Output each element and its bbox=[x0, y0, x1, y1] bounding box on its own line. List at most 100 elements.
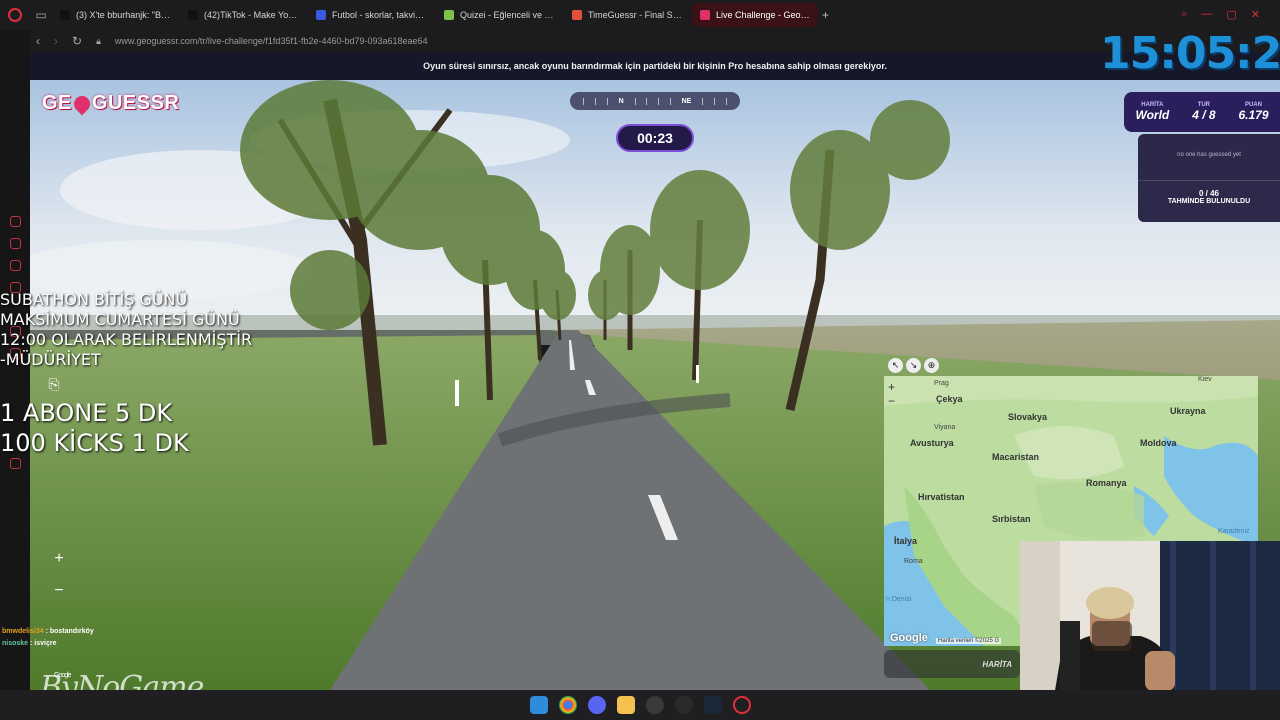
subathon-notice: SUBATHON BİTİŞ GÜNÜ MAKSİMUM CUMARTESİ G… bbox=[0, 290, 252, 370]
chat-username: bmwdelisi34 bbox=[2, 628, 44, 635]
chrome-icon[interactable] bbox=[559, 696, 577, 714]
map-zoom-controls[interactable]: + − bbox=[888, 380, 895, 408]
logo-text-left: GE bbox=[42, 92, 72, 114]
sidebar-twitch-icon[interactable] bbox=[10, 260, 21, 271]
pin-app-icon[interactable] bbox=[675, 696, 693, 714]
map-toolbar: ↖ ↘ ⊕ bbox=[888, 358, 939, 373]
back-icon[interactable]: ‹ bbox=[36, 34, 40, 48]
share-icon[interactable]: ⎘ bbox=[42, 376, 66, 396]
map-guess-button[interactable]: HARİTA bbox=[884, 650, 1020, 678]
x-icon bbox=[60, 10, 70, 20]
score-value: 6.179 bbox=[1238, 108, 1269, 122]
map-value: World bbox=[1135, 108, 1170, 122]
map-label: İtalya bbox=[894, 536, 918, 546]
subathon-rates: 1 ABONE 5 DK 100 KİCKS 1 DK bbox=[0, 398, 189, 458]
chat-message: bmwdelisi34 : bostandırköy bbox=[2, 626, 94, 638]
minimize-icon[interactable]: — bbox=[1201, 8, 1212, 21]
rate-line: 100 KİCKS 1 DK bbox=[0, 429, 189, 457]
map-label: Roma bbox=[904, 558, 923, 565]
subathon-line: MAKSİMUM CUMARTESİ GÜNÜ bbox=[0, 310, 240, 329]
subathon-line: 12:00 OLARAK BELİRLENMİŞTİR bbox=[0, 330, 253, 349]
map-label: Slovakya bbox=[1008, 412, 1048, 422]
map-label: Sırbistan bbox=[992, 514, 1031, 524]
map-label: n Denizi bbox=[886, 596, 912, 603]
location-pin-icon bbox=[70, 92, 94, 115]
steam-icon[interactable] bbox=[704, 696, 722, 714]
obs-icon[interactable] bbox=[646, 696, 664, 714]
maximize-icon[interactable]: ▢ bbox=[1226, 8, 1236, 21]
map-label: Macaristan bbox=[992, 452, 1040, 462]
map-label: Prag bbox=[934, 380, 949, 387]
tab-title: Futbol - skorlar, takvim & bbox=[332, 10, 426, 20]
compass: N NE bbox=[570, 92, 740, 110]
forward-icon[interactable]: › bbox=[54, 34, 58, 48]
rate-line: 1 ABONE 5 DK bbox=[0, 399, 173, 427]
game-status-hud: HARİTA World TUR 4 / 8 PUAN 6.179 bbox=[1124, 92, 1280, 132]
url-field[interactable]: www.geoguessr.com/tr/live-challenge/f1fd… bbox=[115, 36, 428, 46]
map-label: Romanya bbox=[1086, 478, 1127, 488]
map-label: Moldova bbox=[1140, 438, 1177, 448]
tab-menu-icon[interactable]: ▭ bbox=[30, 0, 52, 30]
map-label: Ukrayna bbox=[1170, 406, 1206, 416]
stream-chat: bmwdelisi34 : bostandırköy nisoske : isv… bbox=[2, 626, 94, 650]
map-label: Çekya bbox=[936, 394, 963, 404]
subathon-line: SUBATHON BİTİŞ GÜNÜ bbox=[0, 290, 188, 309]
geoguessr-logo[interactable]: GE GUESSR bbox=[42, 92, 179, 115]
close-icon[interactable]: ✕ bbox=[1251, 8, 1260, 21]
stream-clock: 15:05:23 bbox=[1100, 28, 1280, 79]
guess-count: 0 / 46 bbox=[1198, 189, 1219, 198]
windows-start-icon[interactable] bbox=[530, 696, 548, 714]
timeguessr-icon bbox=[572, 10, 582, 20]
map-expand-icon[interactable]: ↖ bbox=[888, 358, 903, 373]
discord-icon[interactable] bbox=[588, 696, 606, 714]
map-attribution[interactable]: Harita verileri ©2025 G bbox=[936, 638, 1002, 644]
sidebar-settings-icon[interactable] bbox=[10, 458, 21, 469]
logo-text-right: GUESSR bbox=[91, 92, 180, 114]
sofascore-icon bbox=[316, 10, 326, 20]
zoom-in-button[interactable]: + bbox=[48, 548, 70, 570]
round-value: 4 / 8 bbox=[1192, 108, 1216, 122]
guess-count-label: TAHMİNDE BULUNULDU bbox=[1167, 198, 1251, 205]
browser-tab[interactable]: (3) X'te bburhanjk: "Bend bbox=[52, 3, 178, 27]
browser-tab[interactable]: TimeGuessr - Final Score bbox=[564, 3, 690, 27]
sidebar-extension-icon[interactable] bbox=[10, 238, 21, 249]
map-label: Karadeniz bbox=[1218, 528, 1250, 535]
browser-tab[interactable]: (42)TikTok - Make Your D bbox=[180, 3, 306, 27]
lock-icon: 🔒︎ bbox=[96, 35, 101, 46]
search-icon[interactable]: ⌕ bbox=[1181, 8, 1187, 21]
map-shrink-icon[interactable]: ↘ bbox=[906, 358, 921, 373]
file-explorer-icon[interactable] bbox=[617, 696, 635, 714]
map-label: Hırvatistan bbox=[918, 492, 965, 502]
new-tab-button[interactable]: + bbox=[822, 8, 829, 22]
zoom-out-button[interactable]: − bbox=[48, 580, 70, 602]
opera-gx-logo-icon[interactable] bbox=[0, 0, 30, 30]
tab-title: (3) X'te bburhanjk: "Bend bbox=[76, 10, 170, 20]
browser-tab[interactable]: Quizei - Eğlenceli ve etki bbox=[436, 3, 562, 27]
browser-tab[interactable]: Futbol - skorlar, takvim & bbox=[308, 3, 434, 27]
reload-icon[interactable]: ↻ bbox=[72, 34, 82, 48]
tab-title: TimeGuessr - Final Score bbox=[588, 10, 682, 20]
chat-text: : bostandırköy bbox=[43, 628, 94, 635]
google-tag: Google bbox=[54, 672, 72, 679]
chat-message: nisoske : isviçre bbox=[2, 638, 94, 650]
sidebar-speed-dial-icon[interactable] bbox=[10, 216, 21, 227]
chat-username: nisoske bbox=[2, 640, 29, 647]
tab-title: (42)TikTok - Make Your D bbox=[204, 10, 298, 20]
browser-tab[interactable]: Live Challenge - GeoGues bbox=[692, 3, 818, 27]
guess-status-panel: no one has guessed yet 0 / 46 TAHMİNDE B… bbox=[1138, 134, 1280, 222]
tiktok-icon bbox=[188, 10, 198, 20]
opera-gx-icon[interactable] bbox=[733, 696, 751, 714]
chat-text: : isviçre bbox=[28, 640, 57, 647]
subathon-line: -MÜDÜRİYET bbox=[0, 350, 101, 369]
map-pin-icon[interactable]: ⊕ bbox=[924, 358, 939, 373]
tab-title: Quizei - Eğlenceli ve etki bbox=[460, 10, 554, 20]
map-label: Kiev bbox=[1198, 376, 1212, 383]
map-label: Viyana bbox=[934, 424, 956, 431]
google-logo: Google bbox=[890, 632, 928, 644]
address-bar: ‹ › ↻ 🔒︎ www.geoguessr.com/tr/live-chall… bbox=[30, 30, 1280, 52]
round-timer: 00:23 bbox=[616, 124, 694, 152]
compass-northeast: NE bbox=[681, 97, 692, 105]
windows-taskbar bbox=[0, 690, 1280, 720]
compass-north: N bbox=[618, 97, 624, 105]
no-guess-text: no one has guessed yet bbox=[1177, 152, 1241, 158]
